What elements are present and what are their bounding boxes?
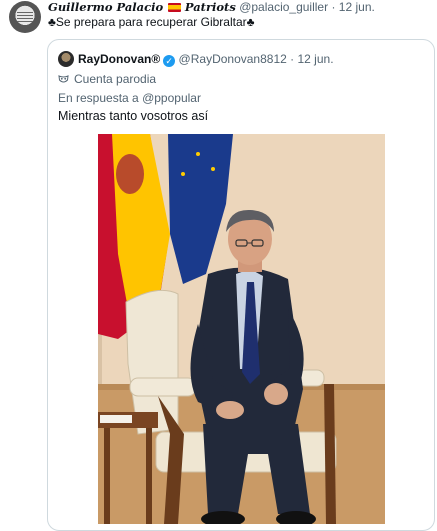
club-suit-icon: ♣ — [48, 15, 56, 29]
club-suit-icon: ♣ — [246, 15, 255, 29]
quoted-separator: · — [290, 52, 295, 66]
mask-icon — [58, 75, 69, 84]
quoted-author-name[interactable]: RayDonovan® — [78, 52, 160, 66]
header-separator: · — [331, 0, 336, 14]
spain-flag-icon — [167, 3, 181, 12]
quoted-header: RayDonovan® ✓ @RayDonovan8812 · 12 jun. — [78, 51, 334, 67]
quoted-handle[interactable]: @RayDonovan8812 — [179, 52, 287, 66]
reply-prefix: En respuesta a — [58, 91, 139, 105]
author-name-suffix[interactable]: Patriots — [185, 0, 236, 14]
author-name[interactable]: Guillermo Palacio — [48, 0, 163, 14]
quoted-avatar[interactable] — [58, 51, 74, 67]
verified-badge-icon: ✓ — [163, 55, 176, 67]
reply-handle-link[interactable]: @ppopular — [142, 91, 201, 105]
quoted-text: Mientras tanto vosotros así — [58, 109, 209, 123]
author-handle[interactable]: @palacio_guiller — [239, 0, 328, 14]
quoted-tweet[interactable]: RayDonovan® ✓ @RayDonovan8812 · 12 jun. C… — [47, 39, 435, 531]
avatar[interactable] — [9, 1, 41, 33]
quoted-date[interactable]: 12 jun. — [298, 52, 334, 66]
tweet-header: Guillermo Palacio Patriots @palacio_guil… — [48, 0, 375, 14]
parody-label: Cuenta parodia — [58, 71, 156, 87]
tweet: Guillermo Palacio Patriots @palacio_guil… — [0, 0, 437, 531]
reply-context: En respuesta a @ppopular — [58, 90, 201, 106]
tweet-text: ♣Se prepara para recuperar Gibraltar♣ — [48, 15, 255, 30]
quoted-photo[interactable] — [98, 134, 385, 524]
tweet-date[interactable]: 12 jun. — [339, 0, 375, 14]
parody-text: Cuenta parodia — [74, 72, 157, 86]
tweet-text-body: Se prepara para recuperar Gibraltar — [55, 15, 247, 29]
